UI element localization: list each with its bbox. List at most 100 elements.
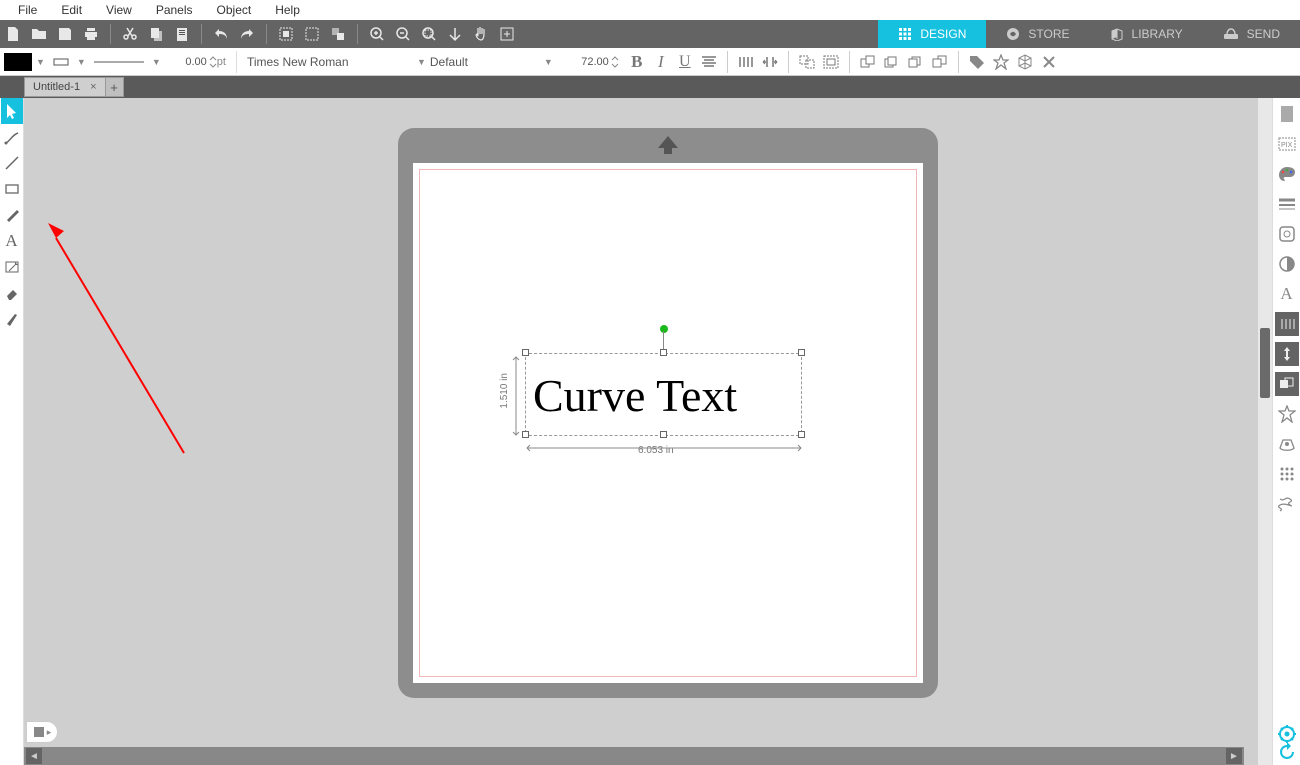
preferences-icon[interactable] xyxy=(1278,725,1296,743)
handle-bc[interactable] xyxy=(660,431,667,438)
tag-icon[interactable] xyxy=(965,50,989,74)
replicate-panel-icon[interactable] xyxy=(1275,372,1299,396)
line-weight-line[interactable] xyxy=(90,52,148,72)
cube-icon[interactable] xyxy=(1013,50,1037,74)
new-tab-button[interactable]: + xyxy=(106,77,124,97)
print-icon[interactable] xyxy=(80,23,102,45)
trace-icon[interactable] xyxy=(1275,222,1299,246)
ungroup-icon[interactable] xyxy=(795,50,819,74)
zoom-selection-icon[interactable] xyxy=(418,23,440,45)
size-stepper-icon[interactable] xyxy=(611,54,619,70)
vertical-scroll-thumb[interactable] xyxy=(1260,328,1270,398)
handle-bl[interactable] xyxy=(522,431,529,438)
spacing-icon[interactable] xyxy=(734,50,758,74)
nav-store[interactable]: STORE xyxy=(986,20,1089,48)
menu-view[interactable]: View xyxy=(94,3,144,17)
style-dropdown-icon[interactable]: ▼ xyxy=(417,57,426,67)
horizontal-scrollbar[interactable]: ◄ ► xyxy=(24,747,1244,765)
new-file-icon[interactable] xyxy=(2,23,24,45)
font-size-input[interactable] xyxy=(567,53,611,71)
fill-dropdown-icon[interactable]: ▼ xyxy=(36,57,45,67)
delete-icon[interactable] xyxy=(1037,50,1061,74)
menu-object[interactable]: Object xyxy=(205,3,264,17)
menu-edit[interactable]: Edit xyxy=(49,3,94,17)
fill-color-swatch[interactable] xyxy=(4,53,32,71)
draw-tool-icon[interactable] xyxy=(1,202,23,228)
note-tool-icon[interactable] xyxy=(1,254,23,280)
deselect-icon[interactable] xyxy=(301,23,323,45)
menu-help[interactable]: Help xyxy=(263,3,312,17)
nav-design[interactable]: DESIGN xyxy=(878,20,986,48)
bold-icon[interactable]: B xyxy=(625,50,649,74)
menu-panels[interactable]: Panels xyxy=(144,3,205,17)
line-weight-dropdown-icon[interactable]: ▼ xyxy=(152,57,161,67)
center-icon[interactable] xyxy=(496,23,518,45)
stroke-weight-input[interactable] xyxy=(165,53,209,71)
italic-icon[interactable]: I xyxy=(649,50,673,74)
nest-icon[interactable] xyxy=(1275,432,1299,456)
close-tab-icon[interactable]: × xyxy=(90,81,96,93)
menu-file[interactable]: File xyxy=(6,3,49,17)
contrast-icon[interactable] xyxy=(1275,252,1299,276)
handle-br[interactable] xyxy=(798,431,805,438)
font-style-input[interactable] xyxy=(430,55,540,69)
back-icon[interactable] xyxy=(928,50,952,74)
kerning-icon[interactable] xyxy=(758,50,782,74)
text-style-panel-icon[interactable]: A xyxy=(1275,282,1299,306)
align-icon[interactable] xyxy=(697,50,721,74)
fit-icon[interactable] xyxy=(444,23,466,45)
rotation-handle[interactable] xyxy=(660,325,668,333)
underline-icon[interactable]: U xyxy=(673,50,697,74)
align-panel-icon[interactable] xyxy=(1275,342,1299,366)
page-setup-icon[interactable] xyxy=(1275,102,1299,126)
pan-icon[interactable] xyxy=(470,23,492,45)
scroll-right-icon[interactable]: ► xyxy=(1226,748,1242,764)
save-icon[interactable] xyxy=(54,23,76,45)
knife-tool-icon[interactable] xyxy=(1,306,23,332)
backward-icon[interactable] xyxy=(904,50,928,74)
open-file-icon[interactable] xyxy=(28,23,50,45)
nav-library[interactable]: LIBRARY xyxy=(1090,20,1203,48)
line-style-dropdown-icon[interactable]: ▼ xyxy=(77,57,86,67)
edit-points-tool-icon[interactable] xyxy=(1,124,23,150)
copy-icon[interactable] xyxy=(145,23,167,45)
document-tab[interactable]: Untitled-1 × xyxy=(24,77,106,97)
font-family-input[interactable] xyxy=(243,53,383,71)
sketch-icon[interactable] xyxy=(1275,492,1299,516)
nav-send[interactable]: SEND xyxy=(1203,20,1300,48)
stepper-icon[interactable] xyxy=(209,54,217,70)
line-style[interactable] xyxy=(49,52,73,72)
redo-icon[interactable] xyxy=(236,23,258,45)
palette-icon[interactable] xyxy=(1275,162,1299,186)
front-icon[interactable] xyxy=(856,50,880,74)
group-icon[interactable] xyxy=(327,23,349,45)
handle-tc[interactable] xyxy=(660,349,667,356)
rhinestone-icon[interactable] xyxy=(1275,462,1299,486)
scroll-left-icon[interactable]: ◄ xyxy=(26,748,42,764)
handle-tr[interactable] xyxy=(798,349,805,356)
eraser-tool-icon[interactable] xyxy=(1,280,23,306)
rectangle-tool-icon[interactable] xyxy=(1,176,23,202)
star-panel-icon[interactable] xyxy=(1275,402,1299,426)
line-tool-icon[interactable] xyxy=(1,150,23,176)
zoom-in-icon[interactable] xyxy=(366,23,388,45)
text-object[interactable]: Curve Text 1.510 in 6.053 in xyxy=(523,363,803,443)
cut-icon[interactable] xyxy=(119,23,141,45)
paste-icon[interactable] xyxy=(171,23,193,45)
vertical-scrollbar[interactable] xyxy=(1258,98,1272,765)
canvas-area[interactable]: Curve Text 1.510 in 6.053 in ◄ ► xyxy=(24,98,1272,765)
refresh-icon[interactable] xyxy=(1278,743,1296,761)
pixscan-icon[interactable]: PIX xyxy=(1275,132,1299,156)
text-tool-icon[interactable]: A xyxy=(1,228,23,254)
select-tool-icon[interactable] xyxy=(1,98,23,124)
transform-panel-icon[interactable] xyxy=(1275,312,1299,336)
handle-tl[interactable] xyxy=(522,349,529,356)
style-dropdown2-icon[interactable]: ▼ xyxy=(544,57,553,67)
page[interactable]: Curve Text 1.510 in 6.053 in xyxy=(413,163,923,683)
select-all-icon[interactable] xyxy=(275,23,297,45)
zoom-out-icon[interactable] xyxy=(392,23,414,45)
group2-icon[interactable] xyxy=(819,50,843,74)
star-icon[interactable] xyxy=(989,50,1013,74)
undo-icon[interactable] xyxy=(210,23,232,45)
forward-icon[interactable] xyxy=(880,50,904,74)
